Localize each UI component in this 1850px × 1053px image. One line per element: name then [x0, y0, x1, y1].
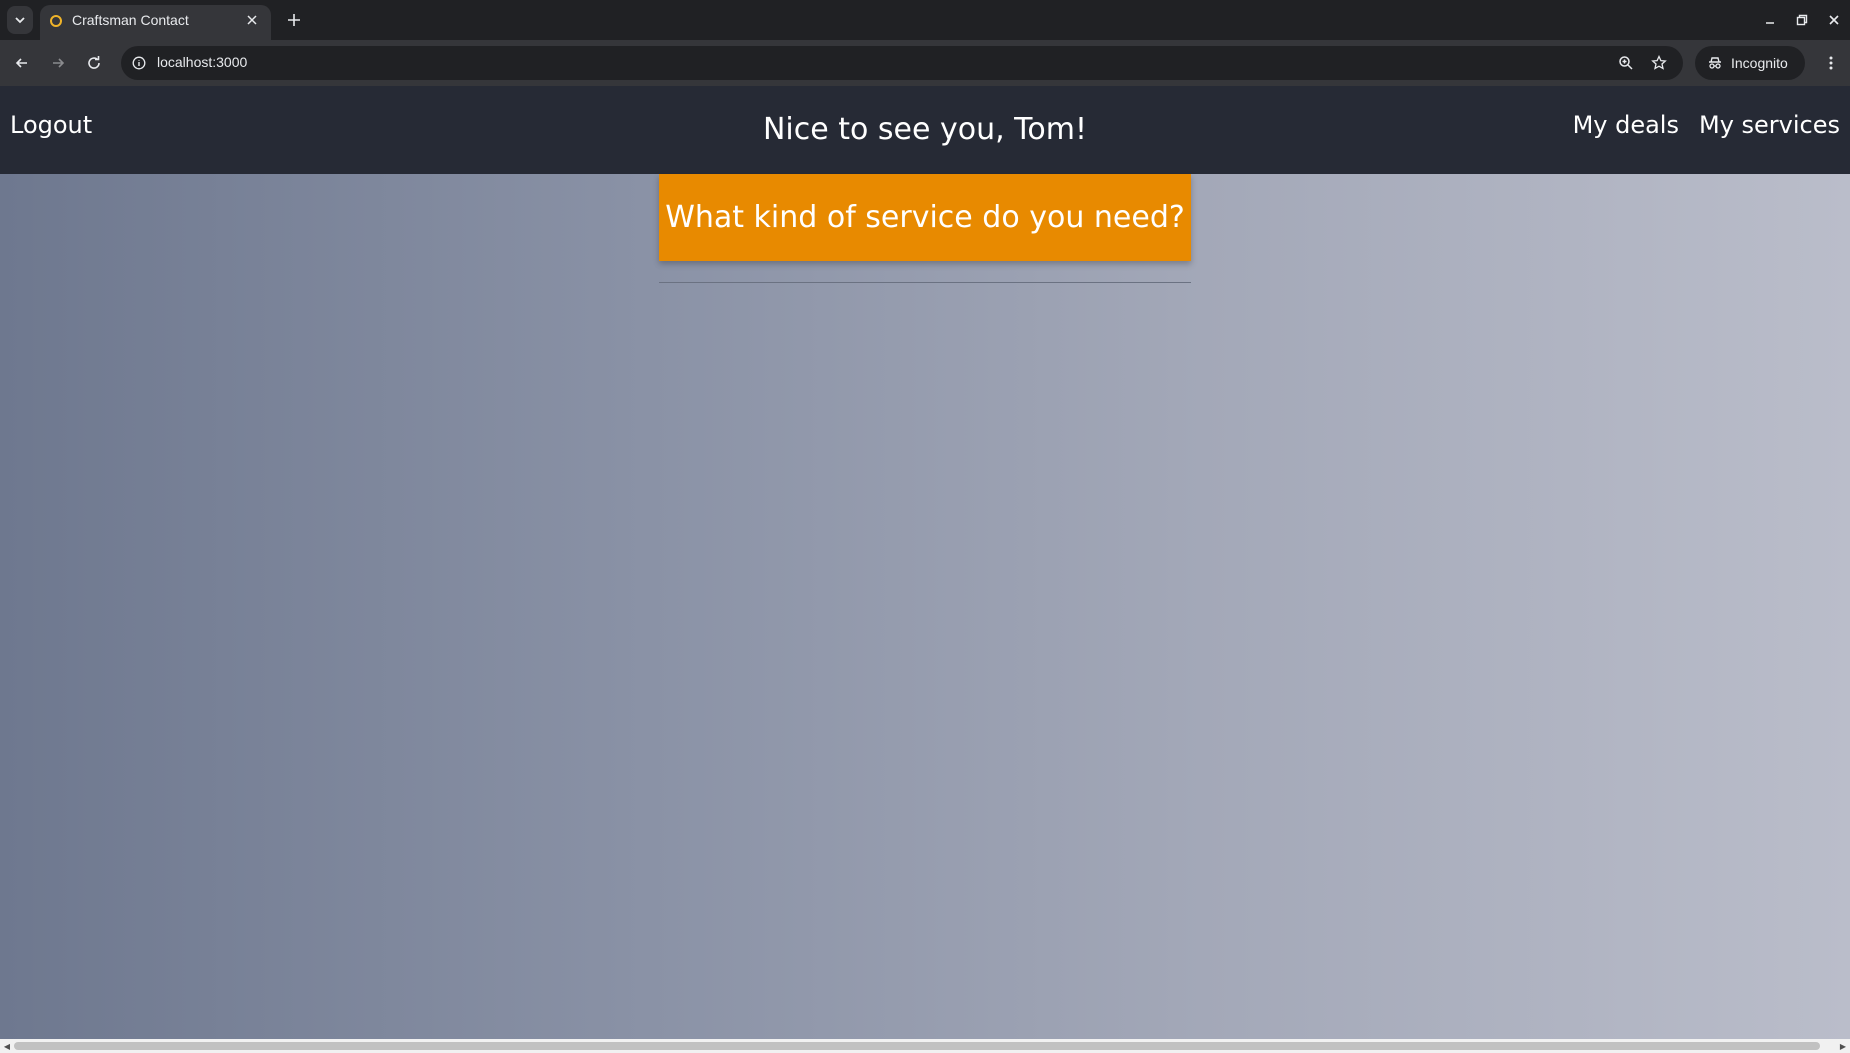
address-bar[interactable]: localhost:3000 [121, 46, 1683, 80]
reload-button[interactable] [80, 49, 108, 77]
app-header: Logout Nice to see you, Tom! My deals My… [0, 86, 1850, 174]
forward-button[interactable] [44, 49, 72, 77]
plus-icon [288, 14, 300, 26]
incognito-label: Incognito [1731, 55, 1788, 71]
my-services-link[interactable]: My services [1699, 111, 1840, 139]
more-vert-icon [1829, 56, 1833, 70]
close-tab-button[interactable] [243, 11, 261, 29]
minimize-icon [1766, 22, 1774, 24]
service-prompt-box[interactable]: What kind of service do you need? [659, 174, 1191, 261]
arrow-left-icon [15, 58, 27, 68]
restore-icon [1796, 14, 1808, 26]
browser-tab-bar: Craftsman Contact [0, 0, 1850, 40]
minimize-button[interactable] [1754, 0, 1786, 40]
scrollbar-thumb[interactable] [14, 1042, 1820, 1050]
restore-button[interactable] [1786, 0, 1818, 40]
service-prompt-text: What kind of service do you need? [665, 200, 1185, 235]
arrow-right-icon [53, 58, 65, 68]
close-icon [1829, 15, 1839, 25]
browser-tab[interactable]: Craftsman Contact [40, 5, 271, 40]
page-viewport: Logout Nice to see you, Tom! My deals My… [0, 86, 1850, 1039]
loading-favicon-icon [50, 15, 62, 27]
horizontal-scrollbar[interactable]: ◀ ▶ [0, 1039, 1850, 1053]
scroll-left-arrow-icon[interactable]: ◀ [2, 1041, 12, 1051]
site-info-icon[interactable] [129, 53, 149, 73]
close-window-button[interactable] [1818, 0, 1850, 40]
divider [659, 282, 1191, 283]
my-deals-link[interactable]: My deals [1573, 111, 1679, 139]
url-text: localhost:3000 [157, 54, 248, 70]
zoom-icon[interactable] [1616, 53, 1636, 73]
browser-toolbar: localhost:3000 Incognito [0, 40, 1850, 86]
new-tab-button[interactable] [282, 8, 306, 32]
tab-title: Craftsman Contact [72, 12, 189, 28]
back-button[interactable] [8, 49, 36, 77]
close-icon [247, 15, 257, 25]
incognito-indicator[interactable]: Incognito [1695, 46, 1805, 80]
reload-icon [88, 56, 100, 69]
header-nav: My deals My services [1573, 111, 1840, 139]
tab-search-button[interactable] [7, 6, 33, 34]
scroll-right-arrow-icon[interactable]: ▶ [1838, 1041, 1848, 1051]
incognito-icon [1705, 53, 1725, 73]
window-controls [1754, 0, 1850, 40]
chevron-down-icon [15, 17, 25, 24]
browser-menu-button[interactable] [1817, 49, 1845, 77]
bookmark-star-icon[interactable] [1649, 53, 1669, 73]
